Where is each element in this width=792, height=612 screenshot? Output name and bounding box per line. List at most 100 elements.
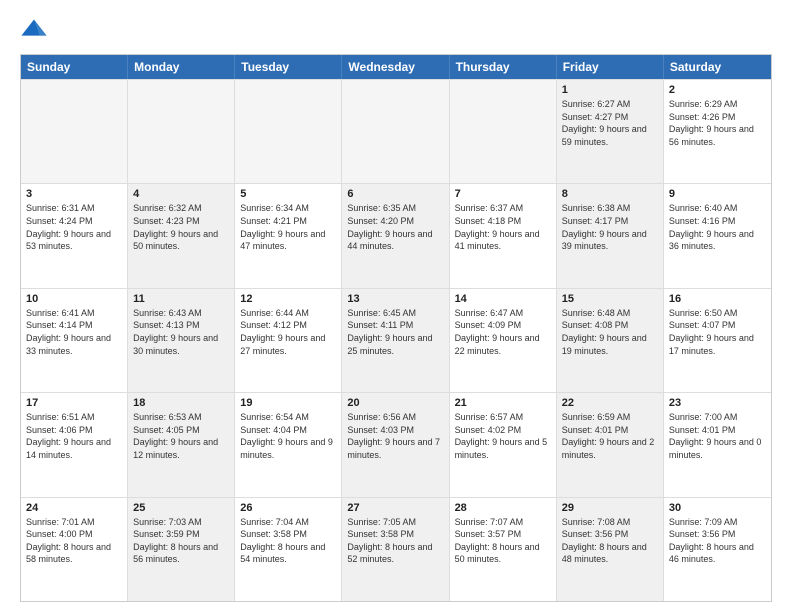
day-number: 15 <box>562 293 658 305</box>
calendar-cell: 4 Sunrise: 6:32 AM Sunset: 4:23 PM Daylig… <box>128 184 235 287</box>
day-number: 6 <box>347 188 443 200</box>
calendar-body: 1 Sunrise: 6:27 AM Sunset: 4:27 PM Daylig… <box>21 79 771 601</box>
day-number: 30 <box>669 502 766 514</box>
day-info: Sunrise: 7:01 AM Sunset: 4:00 PM Dayligh… <box>26 516 122 566</box>
day-info: Sunrise: 6:48 AM Sunset: 4:08 PM Dayligh… <box>562 307 658 357</box>
calendar-cell <box>235 80 342 183</box>
day-number: 10 <box>26 293 122 305</box>
day-info: Sunrise: 7:07 AM Sunset: 3:57 PM Dayligh… <box>455 516 551 566</box>
header-day-saturday: Saturday <box>664 55 771 79</box>
logo-icon <box>20 16 48 44</box>
day-number: 4 <box>133 188 229 200</box>
day-info: Sunrise: 6:41 AM Sunset: 4:14 PM Dayligh… <box>26 307 122 357</box>
calendar-cell: 15 Sunrise: 6:48 AM Sunset: 4:08 PM Dayli… <box>557 289 664 392</box>
day-info: Sunrise: 7:05 AM Sunset: 3:58 PM Dayligh… <box>347 516 443 566</box>
calendar-cell: 29 Sunrise: 7:08 AM Sunset: 3:56 PM Dayli… <box>557 498 664 601</box>
day-number: 2 <box>669 84 766 96</box>
day-number: 14 <box>455 293 551 305</box>
day-number: 18 <box>133 397 229 409</box>
day-info: Sunrise: 7:03 AM Sunset: 3:59 PM Dayligh… <box>133 516 229 566</box>
calendar-cell: 30Sunrise: 7:09 AM Sunset: 3:56 PM Dayli… <box>664 498 771 601</box>
day-number: 29 <box>562 502 658 514</box>
day-info: Sunrise: 6:38 AM Sunset: 4:17 PM Dayligh… <box>562 202 658 252</box>
day-number: 23 <box>669 397 766 409</box>
calendar-cell: 5Sunrise: 6:34 AM Sunset: 4:21 PM Daylig… <box>235 184 342 287</box>
day-number: 9 <box>669 188 766 200</box>
day-info: Sunrise: 6:50 AM Sunset: 4:07 PM Dayligh… <box>669 307 766 357</box>
logo <box>20 16 52 44</box>
calendar-header: SundayMondayTuesdayWednesdayThursdayFrid… <box>21 55 771 79</box>
calendar-cell: 9Sunrise: 6:40 AM Sunset: 4:16 PM Daylig… <box>664 184 771 287</box>
day-number: 5 <box>240 188 336 200</box>
calendar-cell: 24 Sunrise: 7:01 AM Sunset: 4:00 PM Dayli… <box>21 498 128 601</box>
calendar-cell: 7 Sunrise: 6:37 AM Sunset: 4:18 PM Daylig… <box>450 184 557 287</box>
day-number: 20 <box>347 397 443 409</box>
calendar-cell: 16 Sunrise: 6:50 AM Sunset: 4:07 PM Dayli… <box>664 289 771 392</box>
calendar-cell: 25 Sunrise: 7:03 AM Sunset: 3:59 PM Dayli… <box>128 498 235 601</box>
day-number: 8 <box>562 188 658 200</box>
day-info: Sunrise: 6:43 AM Sunset: 4:13 PM Dayligh… <box>133 307 229 357</box>
calendar-cell: 26Sunrise: 7:04 AM Sunset: 3:58 PM Dayli… <box>235 498 342 601</box>
calendar-cell <box>128 80 235 183</box>
day-info: Sunrise: 6:59 AM Sunset: 4:01 PM Dayligh… <box>562 411 658 461</box>
day-info: Sunrise: 6:45 AM Sunset: 4:11 PM Dayligh… <box>347 307 443 357</box>
header-day-tuesday: Tuesday <box>235 55 342 79</box>
day-info: Sunrise: 6:56 AM Sunset: 4:03 PM Dayligh… <box>347 411 443 461</box>
day-info: Sunrise: 6:51 AM Sunset: 4:06 PM Dayligh… <box>26 411 122 461</box>
day-info: Sunrise: 6:47 AM Sunset: 4:09 PM Dayligh… <box>455 307 551 357</box>
calendar-row-1: 3Sunrise: 6:31 AM Sunset: 4:24 PM Daylig… <box>21 183 771 287</box>
day-number: 17 <box>26 397 122 409</box>
header-day-friday: Friday <box>557 55 664 79</box>
calendar-cell: 19 Sunrise: 6:54 AM Sunset: 4:04 PM Dayli… <box>235 393 342 496</box>
day-info: Sunrise: 7:08 AM Sunset: 3:56 PM Dayligh… <box>562 516 658 566</box>
day-info: Sunrise: 6:54 AM Sunset: 4:04 PM Dayligh… <box>240 411 336 461</box>
calendar-cell: 10 Sunrise: 6:41 AM Sunset: 4:14 PM Dayli… <box>21 289 128 392</box>
day-number: 22 <box>562 397 658 409</box>
calendar-row-2: 10 Sunrise: 6:41 AM Sunset: 4:14 PM Dayli… <box>21 288 771 392</box>
day-info: Sunrise: 6:27 AM Sunset: 4:27 PM Dayligh… <box>562 98 658 148</box>
calendar-cell: 1 Sunrise: 6:27 AM Sunset: 4:27 PM Daylig… <box>557 80 664 183</box>
day-info: Sunrise: 7:00 AM Sunset: 4:01 PM Dayligh… <box>669 411 766 461</box>
day-number: 7 <box>455 188 551 200</box>
calendar-cell <box>450 80 557 183</box>
day-info: Sunrise: 6:35 AM Sunset: 4:20 PM Dayligh… <box>347 202 443 252</box>
calendar-cell: 27Sunrise: 7:05 AM Sunset: 3:58 PM Dayli… <box>342 498 449 601</box>
day-info: Sunrise: 6:29 AM Sunset: 4:26 PM Dayligh… <box>669 98 766 148</box>
header-day-wednesday: Wednesday <box>342 55 449 79</box>
day-info: Sunrise: 6:44 AM Sunset: 4:12 PM Dayligh… <box>240 307 336 357</box>
calendar-cell: 11 Sunrise: 6:43 AM Sunset: 4:13 PM Dayli… <box>128 289 235 392</box>
day-info: Sunrise: 6:37 AM Sunset: 4:18 PM Dayligh… <box>455 202 551 252</box>
day-number: 3 <box>26 188 122 200</box>
calendar-cell: 23 Sunrise: 7:00 AM Sunset: 4:01 PM Dayli… <box>664 393 771 496</box>
calendar-cell: 13Sunrise: 6:45 AM Sunset: 4:11 PM Dayli… <box>342 289 449 392</box>
calendar-cell: 8 Sunrise: 6:38 AM Sunset: 4:17 PM Daylig… <box>557 184 664 287</box>
calendar-cell: 22 Sunrise: 6:59 AM Sunset: 4:01 PM Dayli… <box>557 393 664 496</box>
day-info: Sunrise: 6:32 AM Sunset: 4:23 PM Dayligh… <box>133 202 229 252</box>
calendar-cell: 6 Sunrise: 6:35 AM Sunset: 4:20 PM Daylig… <box>342 184 449 287</box>
calendar-cell: 14 Sunrise: 6:47 AM Sunset: 4:09 PM Dayli… <box>450 289 557 392</box>
calendar-row-4: 24 Sunrise: 7:01 AM Sunset: 4:00 PM Dayli… <box>21 497 771 601</box>
calendar-row-0: 1 Sunrise: 6:27 AM Sunset: 4:27 PM Daylig… <box>21 79 771 183</box>
day-number: 24 <box>26 502 122 514</box>
day-number: 1 <box>562 84 658 96</box>
day-info: Sunrise: 7:04 AM Sunset: 3:58 PM Dayligh… <box>240 516 336 566</box>
calendar-cell <box>342 80 449 183</box>
calendar-cell: 17 Sunrise: 6:51 AM Sunset: 4:06 PM Dayli… <box>21 393 128 496</box>
calendar-cell: 28 Sunrise: 7:07 AM Sunset: 3:57 PM Dayli… <box>450 498 557 601</box>
calendar-row-3: 17 Sunrise: 6:51 AM Sunset: 4:06 PM Dayli… <box>21 392 771 496</box>
day-number: 19 <box>240 397 336 409</box>
day-info: Sunrise: 6:57 AM Sunset: 4:02 PM Dayligh… <box>455 411 551 461</box>
header-day-monday: Monday <box>128 55 235 79</box>
calendar-cell: 2 Sunrise: 6:29 AM Sunset: 4:26 PM Daylig… <box>664 80 771 183</box>
day-number: 28 <box>455 502 551 514</box>
day-info: Sunrise: 6:53 AM Sunset: 4:05 PM Dayligh… <box>133 411 229 461</box>
calendar-cell: 21 Sunrise: 6:57 AM Sunset: 4:02 PM Dayli… <box>450 393 557 496</box>
calendar: SundayMondayTuesdayWednesdayThursdayFrid… <box>20 54 772 602</box>
header-day-thursday: Thursday <box>450 55 557 79</box>
day-number: 25 <box>133 502 229 514</box>
day-number: 11 <box>133 293 229 305</box>
day-number: 21 <box>455 397 551 409</box>
day-number: 16 <box>669 293 766 305</box>
calendar-cell: 20 Sunrise: 6:56 AM Sunset: 4:03 PM Dayli… <box>342 393 449 496</box>
calendar-cell: 18 Sunrise: 6:53 AM Sunset: 4:05 PM Dayli… <box>128 393 235 496</box>
